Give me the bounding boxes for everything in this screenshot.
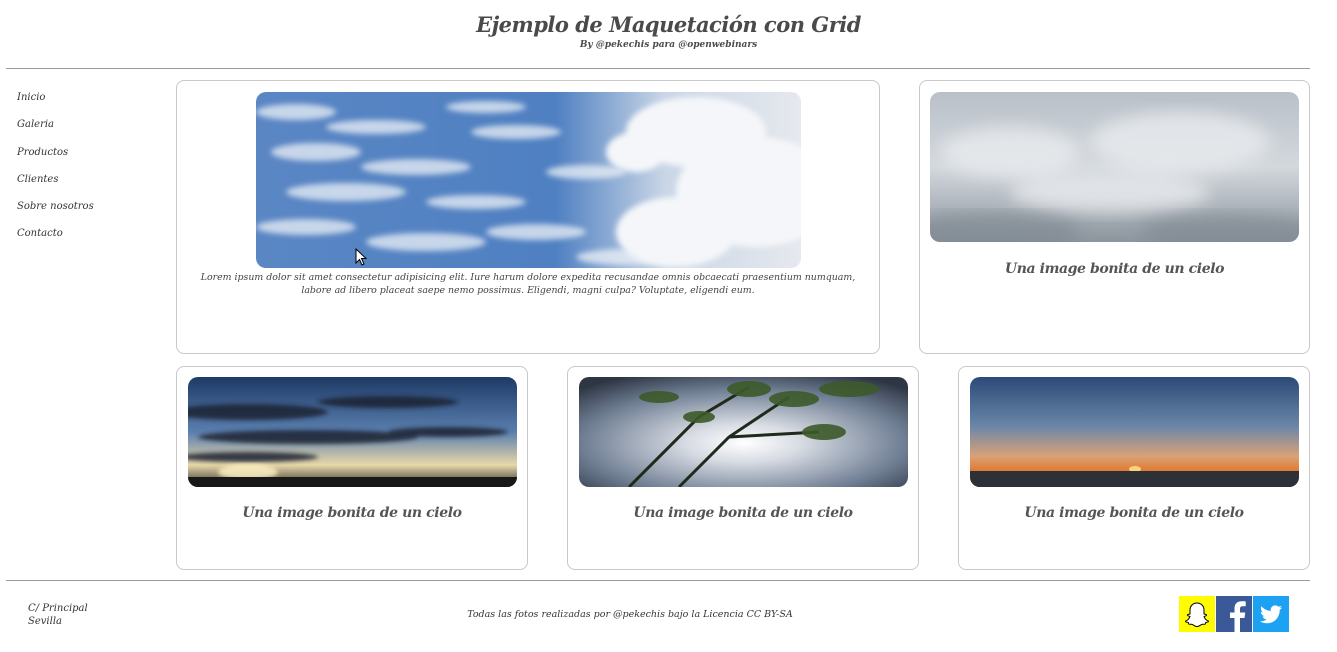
card-caption: Una image bonita de un cielo — [242, 505, 462, 521]
gallery-card: Una image bonita de un cielo — [567, 366, 919, 570]
sidebar-item-contacto[interactable]: Contacto — [17, 226, 157, 253]
sidebar-item-galeria[interactable]: Galeria — [17, 117, 157, 144]
header-divider — [6, 68, 1310, 69]
gallery-card: Una image bonita de un cielo — [958, 366, 1310, 570]
sidebar-item-sobre-nosotros[interactable]: Sobre nosotros — [17, 199, 157, 226]
sidebar-nav: Inicio Galeria Productos Clientes Sobre … — [17, 90, 157, 254]
gallery-card: Una image bonita de un cielo — [919, 80, 1310, 354]
sky-photo-overcast — [930, 92, 1299, 242]
featured-description: Lorem ipsum dolor sit amet consectetur a… — [200, 272, 856, 296]
sky-photo-horizon-sunset — [970, 377, 1299, 487]
sidebar-item-inicio[interactable]: Inicio — [17, 90, 157, 117]
card-caption: Una image bonita de un cielo — [633, 505, 853, 521]
sky-photo-altocumulus — [256, 92, 801, 268]
card-caption: Una image bonita de un cielo — [1004, 261, 1225, 277]
footer-credits: Todas las fotos realizadas por @pekechis… — [467, 609, 793, 620]
sky-photo-tree-sun — [579, 377, 908, 487]
snapchat-icon[interactable] — [1179, 596, 1215, 632]
sidebar-item-clientes[interactable]: Clientes — [17, 172, 157, 199]
site-title: Ejemplo de Maquetación con Grid — [476, 12, 861, 37]
gallery-card: Una image bonita de un cielo — [176, 366, 528, 570]
card-caption: Una image bonita de un cielo — [1024, 505, 1244, 521]
page-header: Ejemplo de Maquetación con Grid By @peke… — [0, 0, 1337, 70]
sky-photo-sunset-clouds — [188, 377, 517, 487]
featured-card: Lorem ipsum dolor sit amet consectetur a… — [176, 80, 880, 354]
footer-divider — [6, 580, 1310, 581]
facebook-icon[interactable] — [1216, 596, 1252, 632]
site-subtitle: By @pekechis para @openwebinars — [579, 40, 758, 50]
mouse-cursor-icon — [355, 248, 367, 266]
twitter-icon[interactable] — [1253, 596, 1289, 632]
sidebar-item-productos[interactable]: Productos — [17, 145, 157, 172]
